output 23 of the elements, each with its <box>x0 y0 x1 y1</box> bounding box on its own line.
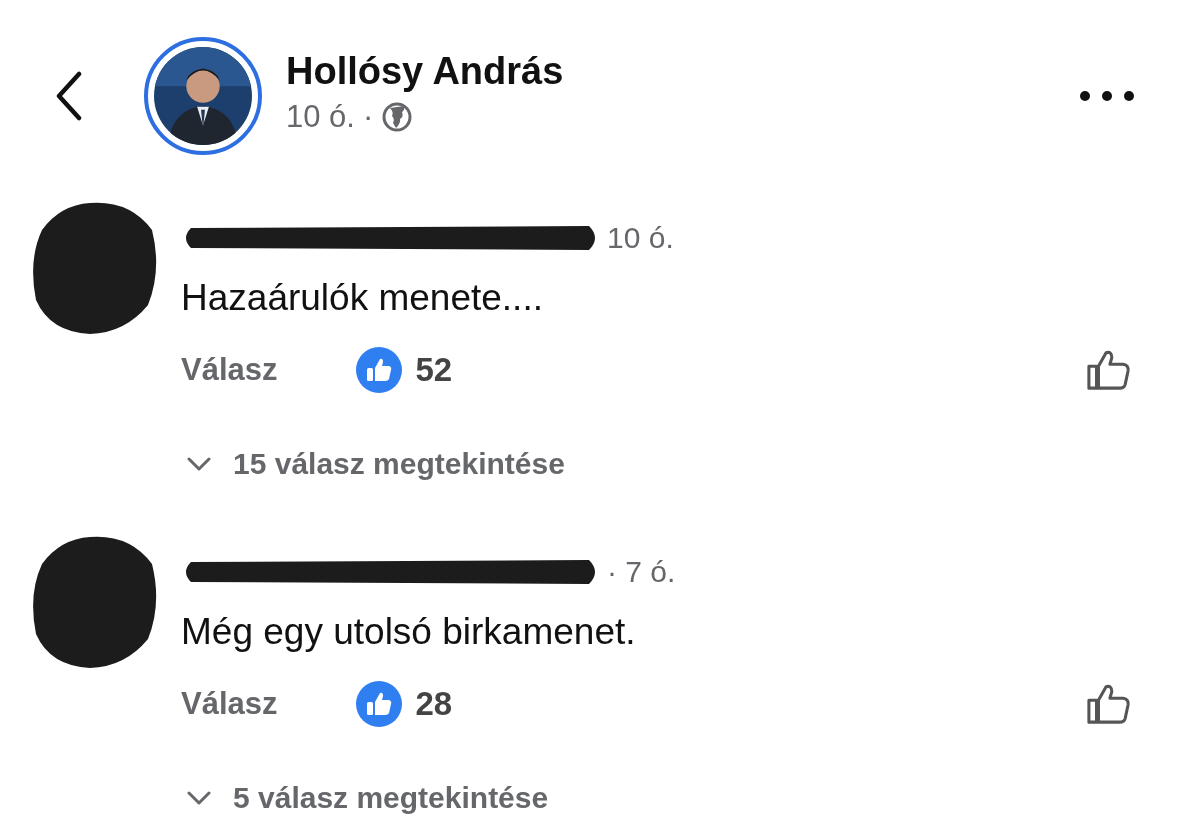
separator-dot: · <box>362 99 374 135</box>
reply-link[interactable]: Válasz <box>181 352 278 388</box>
story-ring[interactable] <box>144 37 262 155</box>
comment-time: · 7 ó. <box>607 555 676 589</box>
post-time: 10 ó. <box>286 99 355 135</box>
comment-text: Még egy utolsó birkamenet. <box>181 610 637 654</box>
like-count: 28 <box>415 685 454 723</box>
reply-link[interactable]: Válasz <box>181 686 278 722</box>
author-name[interactable]: Hollósy András <box>286 47 1079 95</box>
chevron-down-icon <box>187 791 211 805</box>
like-badge-icon <box>355 681 402 727</box>
like-icon[interactable] <box>1085 683 1131 725</box>
more-icon[interactable] <box>1079 90 1135 102</box>
like-count: 52 <box>415 351 454 389</box>
like-badge-icon <box>355 347 402 393</box>
globe-icon <box>381 101 414 133</box>
like-icon[interactable] <box>1085 349 1131 391</box>
chevron-down-icon <box>187 457 211 471</box>
comment-time: 10 ó. <box>607 221 674 255</box>
view-replies-link[interactable]: 5 válasz megtekintése <box>233 781 549 815</box>
comment-text: Hazaárulók menete.... <box>181 276 544 320</box>
view-replies-link[interactable]: 15 válasz megtekintése <box>233 447 565 481</box>
back-icon[interactable] <box>54 71 84 121</box>
